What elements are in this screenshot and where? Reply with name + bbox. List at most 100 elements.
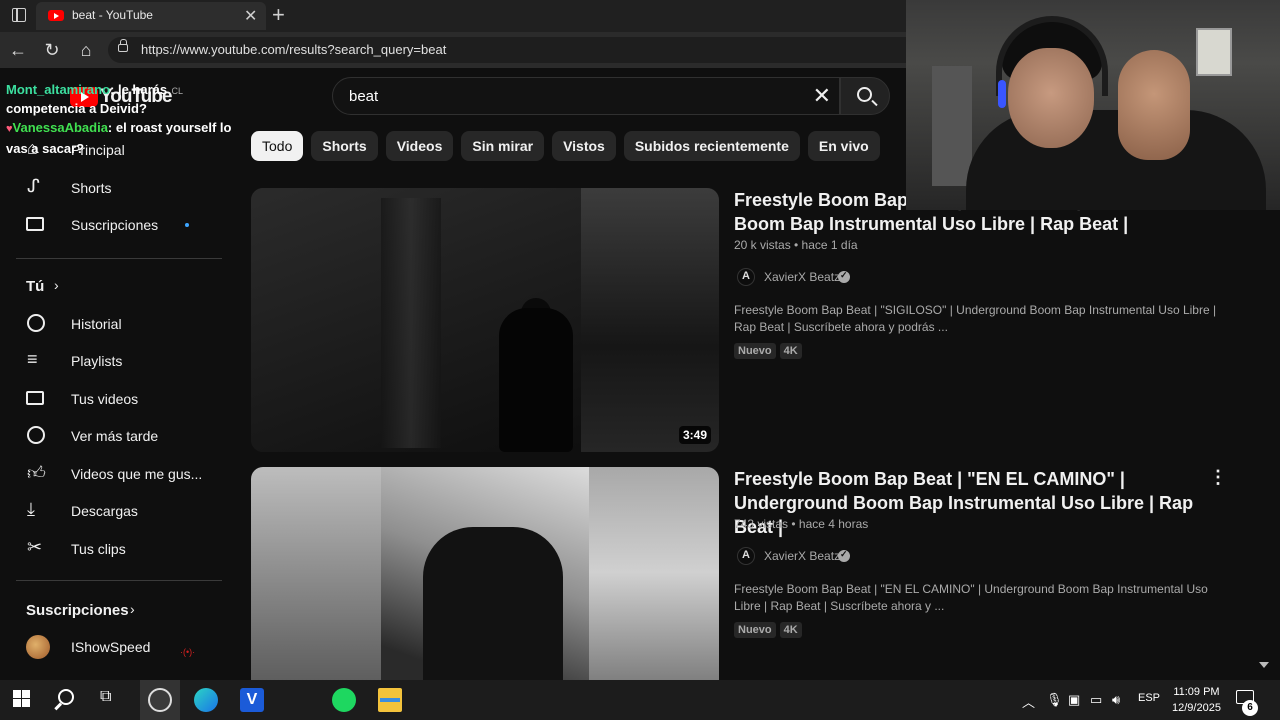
site-info-icon[interactable] [118, 39, 128, 52]
video-thumbnail[interactable] [251, 467, 719, 680]
sidebar-item-label: Historial [71, 316, 122, 332]
volume-icon[interactable]: 🔊︎ [1112, 692, 1120, 708]
sidebar-item-label: IShowSpeed [71, 639, 151, 655]
channel-avatar[interactable] [737, 268, 755, 286]
subscriptions-icon [26, 215, 48, 235]
sidebar-item-label: Descargas [71, 503, 138, 519]
chevron-right-icon: › [130, 601, 135, 617]
chip-sin-mirar[interactable]: Sin mirar [461, 131, 545, 161]
tab-close-icon[interactable]: ✕ [244, 6, 257, 26]
chat-message: Mont_altamirano: le harás competencia a … [6, 82, 168, 116]
windows-start-icon[interactable] [11, 688, 35, 712]
like-icon: 👍︎ [27, 463, 46, 483]
video-badges: Nuevo 4K [734, 622, 802, 638]
scroll-down-arrow-icon[interactable] [1259, 662, 1269, 668]
channel-avatar[interactable] [737, 547, 755, 565]
sidebar-item-historial[interactable]: Historial [4, 306, 220, 342]
channel-name[interactable]: XavierX Beatz [764, 549, 840, 563]
chip-en-vivo[interactable]: En vivo [807, 131, 880, 161]
chat-message: ♥VanessaAbadia: el roast yourself lo vas… [6, 120, 232, 156]
chip-todo[interactable]: Todo [251, 131, 304, 161]
playlists-icon: ≡ [27, 349, 38, 369]
new-tab-button[interactable]: + [272, 2, 285, 28]
sidebar-item-ishowspeed[interactable]: IShowSpeed [4, 629, 220, 665]
sidebar-section-subscriptions[interactable]: Suscripciones › [4, 592, 220, 628]
home-icon[interactable]: ⌂ [74, 38, 98, 62]
more-actions-icon[interactable]: ⋮ [1209, 467, 1227, 488]
live-icon [180, 642, 194, 652]
url-field[interactable]: https://www.youtube.com/results?search_q… [108, 37, 1008, 63]
microphone-icon[interactable]: 🎙︎ [1046, 692, 1063, 708]
task-view-icon[interactable]: ⧉ [100, 688, 124, 712]
sidebar: ⌂ Principal ᔑ Shorts Suscripciones Tú › … [4, 68, 222, 680]
video-description: Freestyle Boom Bap Beat | "EN EL CAMINO"… [734, 582, 1208, 613]
search-button[interactable] [840, 77, 890, 115]
video-result[interactable]: 3:49 Freestyle Boom Bap Beat | "SIGILOSO… [251, 188, 1251, 452]
reload-icon[interactable]: ↻ [40, 38, 64, 62]
shorts-icon: ᔑ [27, 176, 40, 196]
video-description: Freestyle Boom Bap Beat | "SIGILOSO" | U… [734, 303, 1217, 334]
video-thumbnail[interactable]: 3:49 [251, 188, 719, 452]
sidebar-item-playlists[interactable]: ≡ Playlists [4, 343, 220, 379]
sidebar-item-suscripciones[interactable]: Suscripciones [4, 207, 220, 243]
video-meta: 20 k vistas • hace 1 día [734, 238, 858, 252]
clock[interactable]: 11:09 PM 12/9/2025 [1172, 684, 1221, 716]
verified-icon [838, 270, 850, 283]
badge-new: Nuevo [734, 622, 776, 638]
chip-vistos[interactable]: Vistos [552, 131, 616, 161]
chat-username: Mont_altamirano [6, 82, 111, 97]
network-icon[interactable]: ▣ [1068, 692, 1080, 708]
sidebar-divider [16, 258, 222, 259]
download-icon: ⤓ [27, 499, 35, 519]
file-explorer-icon[interactable] [378, 688, 402, 712]
tab-actions-icon[interactable] [12, 8, 26, 22]
sidebar-item-label: Ver más tarde [71, 428, 159, 444]
language-indicator[interactable]: ESP [1138, 692, 1160, 704]
tab-title: beat - YouTube [72, 8, 153, 22]
clock-date: 12/9/2025 [1172, 702, 1221, 714]
windows-taskbar: ⧉ V ︿ 🎙︎ ▣ ▭ 🔊︎ ESP 11:09 PM 12/9/2025 6 [0, 680, 1280, 720]
video-result[interactable]: Freestyle Boom Bap Beat | "EN EL CAMINO"… [251, 467, 1251, 680]
badge-4k: 4K [779, 343, 802, 359]
watch-later-icon [26, 426, 48, 446]
channel-avatar [26, 635, 50, 659]
search-icon[interactable] [56, 688, 80, 712]
sidebar-section-you[interactable]: Tú › [4, 268, 220, 304]
clock-time: 11:09 PM [1173, 686, 1220, 698]
spotify-icon[interactable] [332, 688, 356, 712]
back-arrow-icon[interactable]: ← [6, 38, 30, 62]
sidebar-item-label: Shorts [71, 180, 112, 196]
notification-count: 6 [1242, 700, 1258, 716]
stream-chat-overlay: Mont_altamirano: le harás competencia a … [6, 80, 248, 158]
verified-icon [838, 549, 850, 562]
search-query[interactable]: beat [349, 88, 378, 105]
badge-4k: 4K [779, 622, 802, 638]
chat-username: VanessaAbadia [12, 120, 108, 135]
history-icon [26, 314, 48, 334]
obs-icon[interactable] [148, 688, 172, 712]
filter-chips: Todo Shorts Videos Sin mirar Vistos Subi… [251, 131, 880, 161]
chip-shorts[interactable]: Shorts [311, 131, 378, 161]
sidebar-item-ver-mas-tarde[interactable]: Ver más tarde [4, 418, 220, 454]
sidebar-item-shorts[interactable]: ᔑ Shorts [4, 170, 220, 206]
app-v-icon[interactable]: V [240, 688, 264, 712]
search-input[interactable]: beat ✕ [332, 77, 840, 115]
channel-name[interactable]: XavierX Beatz [764, 270, 840, 284]
search-icon [857, 87, 872, 102]
chip-subidos-recientemente[interactable]: Subidos recientemente [623, 131, 800, 161]
sidebar-item-tus-videos[interactable]: Tus videos [4, 381, 220, 417]
browser-tab[interactable]: beat - YouTube ✕ [36, 2, 266, 30]
webcam-overlay [906, 0, 1280, 210]
chevron-up-icon[interactable]: ︿ [1022, 692, 1035, 711]
chip-videos[interactable]: Videos [385, 131, 454, 161]
section-header: Tú [26, 278, 45, 295]
video-badges: Nuevo 4K [734, 343, 802, 359]
clear-search-icon[interactable]: ✕ [813, 84, 831, 108]
sidebar-item-videos-que-me-gustan[interactable]: 👍︎ Videos que me gus... [4, 456, 220, 492]
url-text[interactable]: https://www.youtube.com/results?search_q… [141, 42, 446, 57]
scissors-icon: ✂ [27, 537, 43, 557]
sidebar-item-descargas[interactable]: ⤓ Descargas [4, 493, 220, 529]
edge-icon[interactable] [194, 688, 218, 712]
sidebar-item-tus-clips[interactable]: ✂ Tus clips [4, 531, 220, 567]
display-icon[interactable]: ▭ [1090, 692, 1102, 708]
